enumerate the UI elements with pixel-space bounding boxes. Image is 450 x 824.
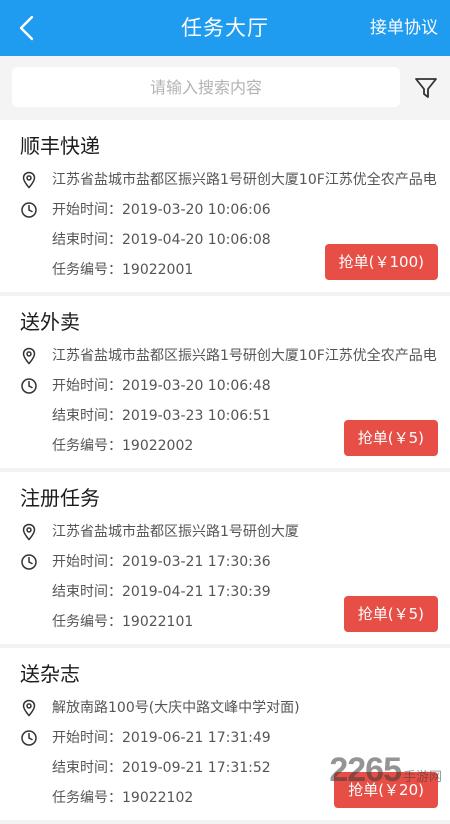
task-list: 顺丰快递 江苏省盐城市盐都区振兴路1号研创大厦10F江苏优全农产品电 开始时间：… — [0, 120, 450, 824]
task-address: 解放南路100号(大庆中路文峰中学对面) — [52, 700, 300, 716]
location-pin-icon — [22, 523, 36, 541]
order-agreement-link[interactable]: 接单协议 — [370, 16, 438, 40]
task-start-time: 开始时间：2019-03-20 10:06:48 — [52, 378, 271, 394]
task-number: 任务编号：19022102 — [52, 790, 194, 806]
task-title: 注册任务 — [20, 486, 100, 510]
clock-icon — [21, 378, 37, 394]
task-end-time: 结束时间：2019-04-21 17:30:39 — [52, 584, 271, 600]
location-pin-icon — [22, 171, 36, 189]
task-card-1[interactable]: 顺丰快递 江苏省盐城市盐都区振兴路1号研创大厦10F江苏优全农产品电 开始时间：… — [0, 120, 450, 292]
task-card-3[interactable]: 注册任务 江苏省盐城市盐都区振兴路1号研创大厦 开始时间：2019-03-21 … — [0, 472, 450, 644]
task-end-time: 结束时间：2019-04-20 10:06:08 — [52, 232, 271, 248]
task-address: 江苏省盐城市盐都区振兴路1号研创大厦 — [52, 524, 299, 540]
location-pin-icon — [22, 347, 36, 365]
task-number: 任务编号：19022002 — [52, 438, 194, 454]
task-address: 江苏省盐城市盐都区振兴路1号研创大厦10F江苏优全农产品电 — [52, 172, 437, 188]
grab-order-button[interactable]: 抢单(￥5) — [343, 596, 438, 632]
task-card-2[interactable]: 送外卖 江苏省盐城市盐都区振兴路1号研创大厦10F江苏优全农产品电 开始时间：2… — [0, 296, 450, 468]
task-title: 送外卖 — [20, 310, 80, 334]
grab-order-button[interactable]: 抢单(￥100) — [324, 244, 438, 280]
task-address: 江苏省盐城市盐都区振兴路1号研创大厦10F江苏优全农产品电 — [52, 348, 437, 364]
clock-icon — [21, 554, 37, 570]
task-number: 任务编号：19022101 — [52, 614, 194, 630]
watermark-subtext: 手游网 — [402, 769, 442, 784]
clock-icon — [21, 202, 37, 218]
filter-funnel-icon[interactable] — [412, 74, 440, 102]
task-start-time: 开始时间：2019-03-21 17:30:36 — [52, 554, 271, 570]
task-number: 任务编号：19022001 — [52, 262, 194, 278]
task-start-time: 开始时间：2019-06-21 17:31:49 — [52, 730, 271, 746]
task-title: 送杂志 — [20, 662, 80, 686]
task-end-time: 结束时间：2019-03-23 10:06:51 — [52, 408, 271, 424]
watermark-logo: 2265 手游网 — [329, 751, 442, 790]
location-pin-icon — [22, 699, 36, 717]
task-start-time: 开始时间：2019-03-20 10:06:06 — [52, 202, 271, 218]
grab-order-button[interactable]: 抢单(￥5) — [343, 420, 438, 456]
app-header: 任务大厅 接单协议 — [0, 0, 450, 56]
search-bar — [0, 56, 450, 120]
task-end-time: 结束时间：2019-09-21 17:31:52 — [52, 760, 271, 776]
watermark-text: 2265 — [329, 751, 402, 789]
task-title: 顺丰快递 — [20, 134, 100, 158]
search-input[interactable] — [12, 67, 400, 107]
task-card-4[interactable]: 送杂志 解放南路100号(大庆中路文峰中学对面) 开始时间：2019-06-21… — [0, 648, 450, 820]
clock-icon — [21, 730, 37, 746]
